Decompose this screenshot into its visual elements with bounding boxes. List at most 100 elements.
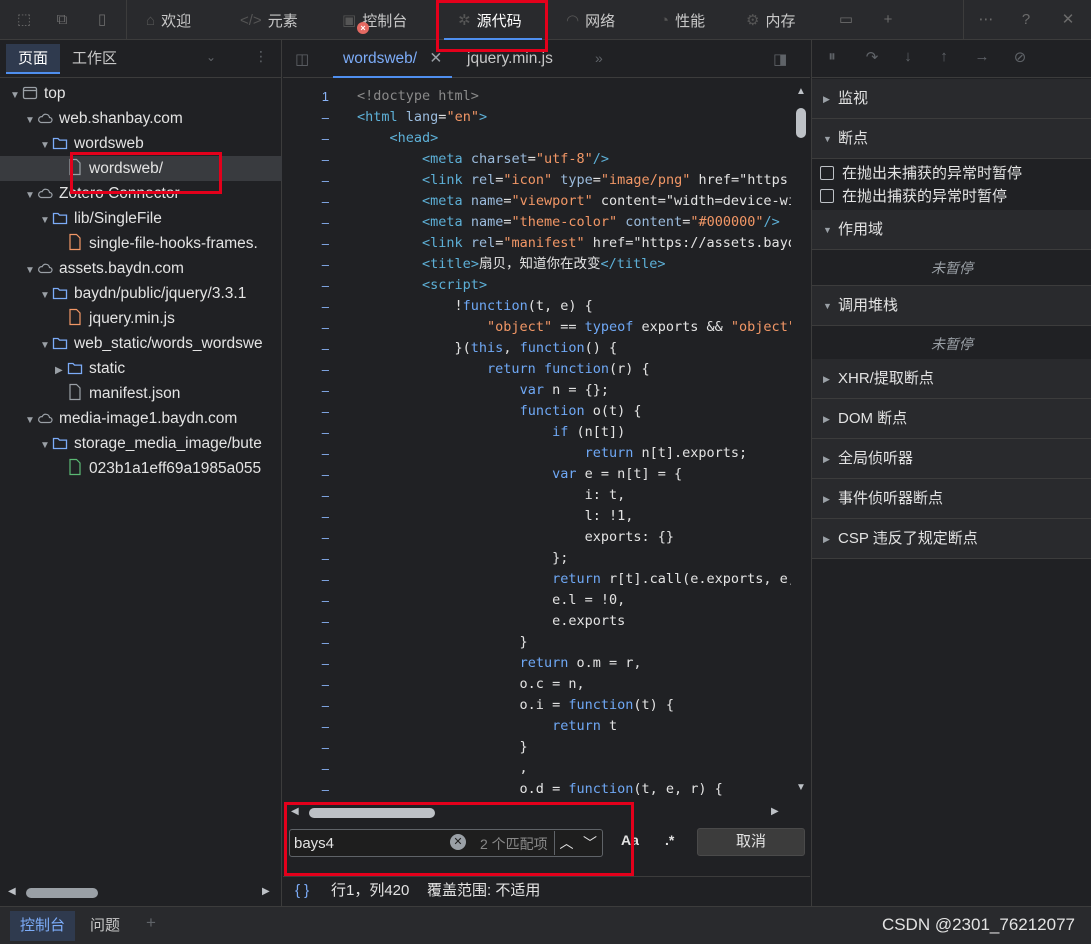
section-dom-breakpoints[interactable]: ▶ DOM 断点 xyxy=(812,399,1091,439)
line-number[interactable]: – xyxy=(283,422,343,443)
pause-caught-option[interactable]: 在抛出捕获的异常时暂停 xyxy=(812,185,1091,208)
regex-button[interactable]: .* xyxy=(665,832,674,848)
line-number[interactable]: – xyxy=(283,569,343,590)
application-icon[interactable]: ▭ xyxy=(836,10,856,30)
scroll-right-arrow-icon[interactable]: ▶ xyxy=(262,886,270,897)
step-out-icon[interactable]: ↑ xyxy=(934,48,954,68)
collapse-arrow-icon[interactable]: ▼ xyxy=(40,133,52,156)
section-breakpoints[interactable]: ▼ 断点 xyxy=(812,119,1091,159)
resume-icon[interactable]: ⏸ xyxy=(822,48,842,68)
tree-item[interactable]: ▼ lib/SingleFile xyxy=(0,206,282,231)
line-number[interactable]: – xyxy=(283,443,343,464)
tree-item[interactable]: manifest.json xyxy=(0,381,282,406)
add-drawer-tab-icon[interactable]: + xyxy=(146,913,156,933)
line-number[interactable]: – xyxy=(283,653,343,674)
tree-item[interactable]: ▼ media-image1.baydn.com xyxy=(0,406,282,431)
line-number[interactable]: – xyxy=(283,149,343,170)
collapse-arrow-icon[interactable]: ▼ xyxy=(25,408,37,431)
tree-item[interactable]: ▼ top xyxy=(0,81,282,106)
step-over-icon[interactable]: ↷ xyxy=(862,48,882,68)
scroll-right-arrow-icon[interactable]: ▶ xyxy=(771,806,779,817)
cancel-search-button[interactable]: 取消 xyxy=(697,828,805,856)
more-vert-icon[interactable]: ⋮ xyxy=(254,48,268,65)
line-number[interactable]: – xyxy=(283,758,343,779)
line-number[interactable]: – xyxy=(283,485,343,506)
line-number[interactable]: – xyxy=(283,359,343,380)
pause-uncaught-checkbox[interactable] xyxy=(820,166,834,180)
step-into-icon[interactable]: ↓ xyxy=(898,48,918,68)
toggle-debugger-icon[interactable]: ◨ xyxy=(773,50,787,68)
line-number[interactable]: – xyxy=(283,380,343,401)
line-number[interactable]: – xyxy=(283,212,343,233)
collapse-arrow-icon[interactable]: ▼ xyxy=(40,208,52,231)
line-number[interactable]: – xyxy=(283,128,343,149)
line-number[interactable]: – xyxy=(283,779,343,800)
scroll-up-arrow-icon[interactable]: ▲ xyxy=(796,86,806,97)
editor-tab-wordsweb[interactable]: wordsweb/ ✕ xyxy=(333,40,453,78)
pause-caught-checkbox[interactable] xyxy=(820,189,834,203)
line-number[interactable]: – xyxy=(283,296,343,317)
scroll-left-arrow-icon[interactable]: ◀ xyxy=(8,886,16,897)
tree-item[interactable]: single-file-hooks-frames. xyxy=(0,231,282,256)
more-options-icon[interactable]: ⋯ xyxy=(976,10,996,30)
tree-item[interactable]: ▼ baydn/public/jquery/3.3.1 xyxy=(0,281,282,306)
scroll-down-arrow-icon[interactable]: ▼ xyxy=(796,782,806,793)
tab-console[interactable]: ▣ 控制台 xyxy=(342,0,407,40)
scrollbar-thumb[interactable] xyxy=(796,108,806,138)
drawer-tab-issues[interactable]: 问题 xyxy=(80,911,130,941)
line-number[interactable]: 1 xyxy=(283,86,343,107)
dock-sidebar-icon[interactable]: ▯ xyxy=(92,10,112,30)
expand-arrow-icon[interactable]: ▶ xyxy=(55,358,67,381)
close-tab-icon[interactable]: ✕ xyxy=(429,50,442,67)
tree-item[interactable]: jquery.min.js xyxy=(0,306,282,331)
line-number[interactable]: – xyxy=(283,401,343,422)
line-number[interactable]: – xyxy=(283,254,343,275)
code-content[interactable]: <!doctype html> <html lang="en"> <head> <… xyxy=(357,86,791,798)
chevron-down-icon[interactable]: ⌄ xyxy=(206,50,216,64)
section-event-listener-breakpoints[interactable]: ▶ 事件侦听器断点 xyxy=(812,479,1091,519)
line-number[interactable]: – xyxy=(283,338,343,359)
deactivate-breakpoints-icon[interactable]: ⊘ xyxy=(1010,48,1030,68)
inspect-element-icon[interactable]: ⬚ xyxy=(14,10,34,30)
more-tabs-chevron-icon[interactable]: » xyxy=(595,50,603,66)
section-global-listeners[interactable]: ▶ 全局侦听器 xyxy=(812,439,1091,479)
collapse-arrow-icon[interactable]: ▼ xyxy=(40,433,52,456)
tree-item[interactable]: ▼ assets.baydn.com xyxy=(0,256,282,281)
line-number[interactable]: – xyxy=(283,716,343,737)
pause-uncaught-option[interactable]: 在抛出未捕获的异常时暂停 xyxy=(812,162,1091,185)
tab-performance[interactable]: ◔ 性能 xyxy=(660,0,705,40)
line-number[interactable]: – xyxy=(283,464,343,485)
tab-workspace[interactable]: 工作区 xyxy=(60,44,129,74)
help-icon[interactable]: ? xyxy=(1016,10,1036,30)
line-number[interactable]: – xyxy=(283,674,343,695)
tab-network[interactable]: ◠ 网络 xyxy=(566,0,615,40)
line-number[interactable]: – xyxy=(283,548,343,569)
pretty-print-button[interactable]: { } xyxy=(295,877,309,905)
line-number[interactable]: – xyxy=(283,590,343,611)
line-number[interactable]: – xyxy=(283,275,343,296)
navigator-horizontal-scrollbar[interactable]: ◀ ▶ xyxy=(0,882,282,904)
tab-welcome[interactable]: ⌂ 欢迎 xyxy=(146,0,191,40)
section-csp-breakpoints[interactable]: ▶ CSP 违反了规定断点 xyxy=(812,519,1091,559)
section-scope[interactable]: ▼ 作用域 xyxy=(812,210,1091,250)
section-xhr-breakpoints[interactable]: ▶ XHR/提取断点 xyxy=(812,359,1091,399)
tree-item[interactable]: ▼ web.shanbay.com xyxy=(0,106,282,131)
tree-item[interactable]: ▼ web_static/words_wordswe xyxy=(0,331,282,356)
section-watch[interactable]: ▶ 监视 xyxy=(812,79,1091,119)
collapse-arrow-icon[interactable]: ▼ xyxy=(40,283,52,306)
device-toolbar-icon[interactable]: ⧉ xyxy=(52,10,72,30)
collapse-arrow-icon[interactable]: ▼ xyxy=(10,83,22,106)
line-number[interactable]: – xyxy=(283,233,343,254)
line-number[interactable]: – xyxy=(283,506,343,527)
line-number[interactable]: – xyxy=(283,317,343,338)
section-call-stack[interactable]: ▼ 调用堆栈 xyxy=(812,286,1091,326)
tree-item[interactable]: ▶ static xyxy=(0,356,282,381)
collapse-arrow-icon[interactable]: ▼ xyxy=(25,108,37,131)
more-tabs-plus-icon[interactable]: + xyxy=(878,10,898,30)
close-devtools-icon[interactable]: ✕ xyxy=(1058,10,1078,30)
drawer-tab-console[interactable]: 控制台 xyxy=(10,911,76,941)
toggle-navigator-icon[interactable]: ◫ xyxy=(295,50,309,68)
tab-page[interactable]: 页面 xyxy=(6,44,61,74)
line-number[interactable]: – xyxy=(283,737,343,758)
line-number[interactable]: – xyxy=(283,632,343,653)
